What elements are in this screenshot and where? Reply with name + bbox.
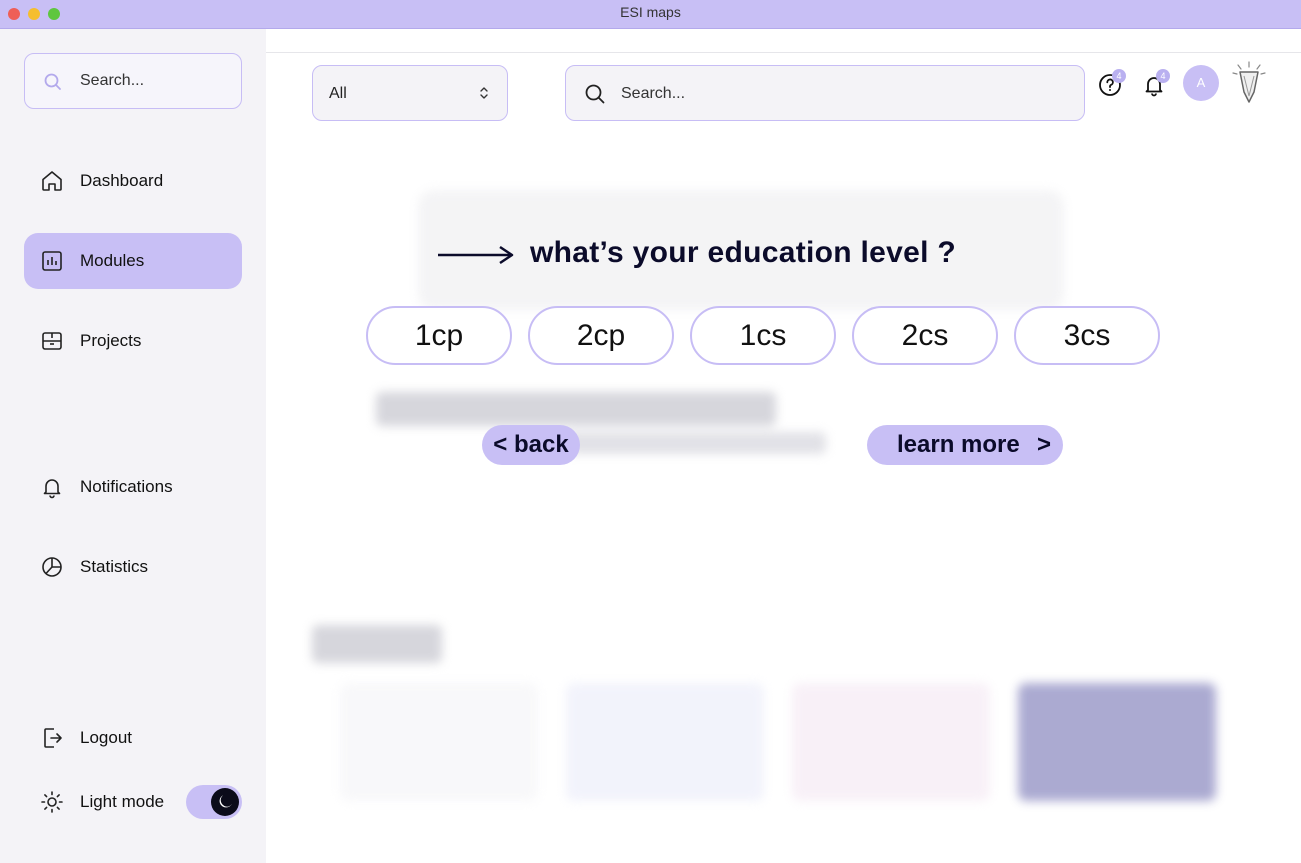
main-search-input[interactable]: Search...	[565, 65, 1085, 121]
option-2cp[interactable]: 2cp	[528, 306, 674, 365]
chevron-up-down-icon	[480, 87, 488, 99]
option-1cp[interactable]: 1cp	[366, 306, 512, 365]
theme-toggle[interactable]	[186, 785, 242, 819]
lightbulb-logo-icon	[1232, 61, 1266, 103]
background-thumbnail	[792, 683, 990, 801]
notifications-badge: 4	[1156, 69, 1170, 83]
sidebar-item-label: Light mode	[80, 792, 165, 811]
back-button[interactable]: < back	[482, 425, 580, 465]
sidebar-search-placeholder: Search...	[80, 72, 145, 89]
background-heading	[376, 392, 776, 426]
learn-more-button[interactable]: learn more >	[867, 425, 1063, 465]
sidebar-item-label: Logout	[80, 728, 132, 747]
home-icon	[42, 171, 62, 191]
learn-more-label: learn more	[897, 431, 1020, 458]
sidebar: Search... Dashboard Modules Projects Not…	[0, 29, 266, 863]
sidebar-item-dashboard[interactable]: Dashboard	[24, 153, 242, 209]
search-icon	[44, 73, 61, 90]
background-subheading	[566, 432, 826, 454]
filter-select[interactable]: All	[312, 65, 508, 121]
sidebar-item-label: Projects	[80, 331, 142, 350]
sidebar-search-input[interactable]: Search...	[24, 53, 242, 109]
window-title: ESI maps	[620, 4, 681, 20]
sidebar-item-notifications[interactable]: Notifications	[24, 459, 242, 515]
pie-chart-icon	[42, 557, 62, 577]
search-icon	[585, 84, 605, 104]
sidebar-item-label: Notifications	[80, 477, 173, 496]
sidebar-item-label: Modules	[80, 251, 145, 270]
option-2cs[interactable]: 2cs	[852, 306, 998, 365]
help-button[interactable]: 4	[1098, 69, 1126, 97]
header-divider	[266, 52, 1301, 53]
avatar[interactable]: A	[1183, 65, 1219, 101]
sidebar-item-statistics[interactable]: Statistics	[24, 539, 242, 595]
sun-icon	[41, 791, 63, 813]
filter-select-value: All	[329, 85, 347, 102]
arrow-right-icon	[438, 245, 514, 265]
sidebar-item-label: Statistics	[80, 557, 149, 576]
background-thumbnail	[340, 683, 538, 801]
background-thumbnail	[1018, 683, 1216, 801]
chart-icon	[42, 251, 62, 271]
logout-icon	[44, 728, 62, 748]
sidebar-item-modules[interactable]: Modules	[24, 233, 242, 289]
help-badge: 4	[1112, 69, 1126, 83]
main-search-placeholder: Search...	[621, 85, 686, 102]
sidebar-item-projects[interactable]: Projects	[24, 313, 242, 369]
background-section-heading	[312, 625, 442, 663]
education-question: what’s your education level ?	[530, 236, 957, 269]
learn-more-arrow: >	[1037, 431, 1052, 458]
sidebar-item-label: Dashboard	[80, 171, 164, 190]
sidebar-item-logout[interactable]: Logout	[24, 710, 242, 766]
background-thumbnail	[566, 683, 764, 801]
moon-icon	[219, 795, 232, 808]
notifications-button[interactable]: 4	[1142, 69, 1170, 97]
option-1cs[interactable]: 1cs	[690, 306, 836, 365]
title-bar: ESI maps	[0, 0, 1301, 29]
bell-icon	[43, 479, 61, 499]
toggle-knob	[211, 788, 239, 816]
box-icon	[42, 332, 62, 350]
option-3cs[interactable]: 3cs	[1014, 306, 1160, 365]
